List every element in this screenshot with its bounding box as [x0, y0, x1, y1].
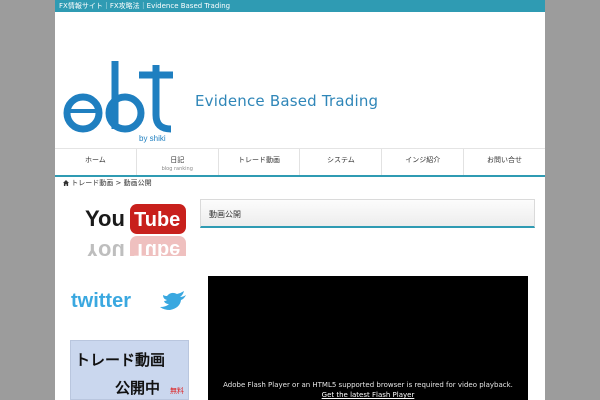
- flash-player-link[interactable]: Get the latest Flash Player: [208, 391, 528, 399]
- twitter-banner[interactable]: twitter: [70, 288, 190, 312]
- nav-item-home[interactable]: ホーム: [55, 149, 137, 175]
- trade-banner-line1: トレード動画: [75, 351, 166, 369]
- logo-byline: by shiki: [139, 134, 166, 143]
- top-bar: FX情報サイト｜FX攻略法｜Evidence Based Trading: [55, 0, 545, 12]
- nav-item-diary-sub: blog ranking: [161, 166, 193, 172]
- post-title: 動画公開: [200, 199, 535, 228]
- breadcrumb-separator: >: [115, 179, 122, 187]
- breadcrumb-home[interactable]: トレード動画: [71, 179, 113, 187]
- youtube-you-text: You: [85, 206, 125, 231]
- trade-banner-line2: 公開中: [115, 379, 161, 397]
- nav-item-system[interactable]: システム: [300, 149, 383, 175]
- trade-video-banner[interactable]: トレード動画 公開中 無料: [70, 340, 189, 400]
- breadcrumb: トレード動画 > 動画公開: [63, 178, 152, 188]
- nav-item-trade-video[interactable]: トレード動画: [219, 149, 301, 175]
- youtube-reflection-you: You: [85, 239, 125, 256]
- main-nav: ホーム 日記 blog ranking トレード動画 システム インジ紹介 お問い…: [55, 148, 545, 177]
- video-message: Adobe Flash Player or an HTML5 supported…: [223, 381, 513, 389]
- breadcrumb-current: 動画公開: [123, 179, 152, 187]
- youtube-banner[interactable]: You Tube You Tube: [85, 200, 189, 256]
- nav-item-diary[interactable]: 日記 blog ranking: [137, 149, 219, 175]
- nav-item-indicator[interactable]: インジ紹介: [382, 149, 465, 175]
- youtube-tube-text: Tube: [134, 209, 180, 231]
- trade-banner-mark: 無料: [170, 387, 184, 395]
- brand-text: Evidence Based Trading: [195, 92, 379, 110]
- page: FX情報サイト｜FX攻略法｜Evidence Based Trading by …: [55, 0, 545, 400]
- video-player[interactable]: Adobe Flash Player or an HTML5 supported…: [208, 276, 528, 400]
- ebt-logo[interactable]: by shiki: [61, 55, 181, 145]
- site-tagline: FX情報サイト｜FX攻略法｜Evidence Based Trading: [59, 2, 231, 10]
- twitter-wordmark: twitter: [71, 290, 131, 312]
- youtube-reflection-tube: Tube: [134, 239, 180, 256]
- nav-item-contact[interactable]: お問い合せ: [464, 149, 545, 175]
- twitter-bird-icon: [160, 291, 186, 310]
- home-icon[interactable]: [63, 179, 69, 186]
